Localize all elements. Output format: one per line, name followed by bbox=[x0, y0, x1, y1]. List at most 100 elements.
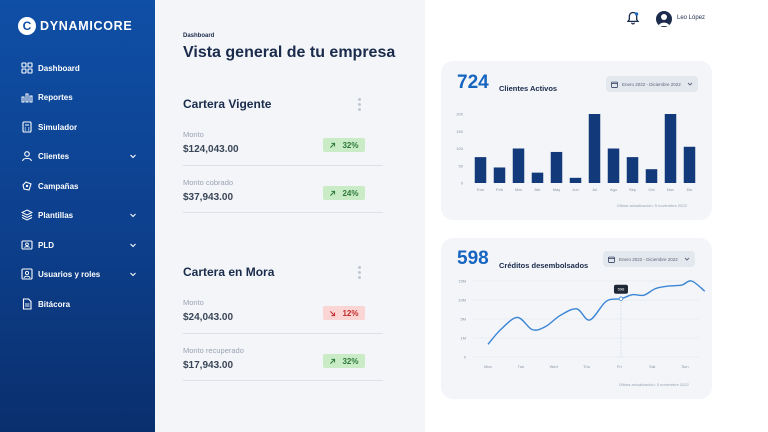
tooltip-point[interactable] bbox=[618, 296, 624, 301]
chevron-down-icon bbox=[130, 154, 136, 159]
y-tick-label: 10M bbox=[458, 298, 466, 303]
cartera-vigente-title: Cartera Vigente bbox=[183, 97, 272, 111]
x-tick-label: Tue bbox=[517, 364, 525, 369]
bar-ene[interactable] bbox=[474, 157, 487, 183]
monto-change-badge: 32% bbox=[323, 138, 365, 152]
bar-sep[interactable] bbox=[626, 157, 639, 183]
cartera-mora-title: Cartera en Mora bbox=[183, 265, 275, 279]
cartera-vigente-menu-icon[interactable] bbox=[358, 98, 362, 113]
bar-may[interactable] bbox=[550, 151, 563, 183]
sidebar-item-usuarios-y-roles[interactable]: Usuarios y roles bbox=[0, 263, 155, 285]
sidebar-item-pld[interactable]: PLD bbox=[0, 234, 155, 256]
x-tick-label: Ene bbox=[477, 187, 485, 192]
user-icon bbox=[21, 150, 33, 162]
monto-cobrado-change-badge: 24% bbox=[323, 186, 365, 200]
x-tick-label: Jul bbox=[592, 187, 597, 192]
mora-monto-label: Monto bbox=[183, 298, 204, 307]
x-tick-label: May bbox=[553, 187, 561, 192]
x-tick-label: Mon bbox=[484, 364, 492, 369]
bar-abr[interactable] bbox=[531, 172, 544, 183]
arrow-up-right-icon bbox=[330, 142, 336, 148]
clientes-last-update: Última actualización: 5 noviembre 2022 bbox=[617, 203, 687, 208]
monto-cobrado-label: Monto cobrado bbox=[183, 178, 234, 187]
bar-jul[interactable] bbox=[588, 114, 601, 183]
y-tick-label: 5M bbox=[460, 317, 466, 322]
y-tick-label: 50 bbox=[459, 163, 464, 168]
dashboard-icon bbox=[21, 62, 33, 74]
line-chart-svg: 15M 10M 5M 1M 0 598 Mon Tue Wed Thu Fri Sat Sun bbox=[458, 279, 706, 369]
sidebar-item-dashboard[interactable]: Dashboard bbox=[0, 57, 155, 79]
bar-ago[interactable] bbox=[607, 148, 620, 184]
layers-icon bbox=[21, 209, 33, 221]
chevron-down-icon bbox=[130, 272, 136, 277]
sidebar-item-clientes[interactable]: Clientes bbox=[0, 145, 155, 167]
arrow-up-right-icon bbox=[330, 190, 336, 196]
bar-mar[interactable] bbox=[512, 148, 525, 184]
arrow-up-right-icon bbox=[330, 358, 336, 364]
sidebar: C DYNAMICORE Dashboard Reportes Simulador C… bbox=[0, 0, 155, 432]
user-name[interactable]: Leo López bbox=[677, 15, 705, 21]
monto-value: $124,043.00 bbox=[183, 144, 239, 155]
users-icon bbox=[21, 268, 33, 280]
bar-nov[interactable] bbox=[664, 114, 677, 183]
sidebar-item-label: Clientes bbox=[38, 151, 70, 161]
id-card-icon bbox=[21, 239, 33, 251]
sidebar-item-label: Plantillas bbox=[38, 210, 74, 220]
sidebar-item-label: Reportes bbox=[38, 92, 73, 102]
monto-label: Monto bbox=[183, 130, 204, 139]
cartera-mora-menu-icon[interactable] bbox=[358, 266, 362, 281]
monto-recuperado-value: $17,943.00 bbox=[183, 360, 234, 371]
x-tick-label: Abr bbox=[534, 187, 541, 192]
credits-series-line[interactable] bbox=[487, 280, 706, 345]
brand[interactable]: C DYNAMICORE bbox=[18, 16, 132, 36]
bar-chart-icon bbox=[21, 91, 33, 103]
sidebar-item-bitacora[interactable]: Bitácora bbox=[0, 293, 155, 315]
divider bbox=[183, 165, 383, 166]
arrow-down-right-icon bbox=[330, 310, 336, 316]
x-tick-label: Dic bbox=[687, 187, 693, 192]
bar-dic[interactable] bbox=[683, 146, 696, 183]
sidebar-item-simulador[interactable]: Simulador bbox=[0, 116, 155, 138]
x-tick-label: Mar bbox=[515, 187, 523, 192]
tooltip-value: 598 bbox=[618, 287, 625, 292]
document-icon bbox=[21, 298, 33, 310]
sidebar-item-label: Simulador bbox=[38, 122, 78, 132]
sidebar-item-plantillas[interactable]: Plantillas bbox=[0, 204, 155, 226]
bar-feb[interactable] bbox=[493, 167, 506, 183]
mora-monto-change-badge: 12% bbox=[323, 306, 365, 320]
y-tick-label: 100 bbox=[456, 146, 463, 151]
breadcrumb[interactable]: Dashboard bbox=[183, 33, 214, 39]
clientes-bar-chart: 200 150 100 50 0 Ene Feb Mar Abr May Jun Jul Ago Sep O… bbox=[441, 61, 712, 220]
mora-monto-change-value: 12% bbox=[342, 308, 359, 318]
bar-jun[interactable] bbox=[569, 177, 582, 183]
x-tick-label: Ago bbox=[610, 187, 618, 192]
bell-icon[interactable] bbox=[626, 11, 640, 25]
sidebar-item-campanas[interactable]: Campañas bbox=[0, 175, 155, 197]
bar-chart-svg: 200 150 100 50 0 Ene Feb Mar Abr May Jun Jul Ago Sep O… bbox=[456, 112, 696, 192]
bar-oct[interactable] bbox=[645, 169, 658, 183]
x-tick-label: Fri bbox=[617, 364, 622, 369]
calculator-icon bbox=[21, 121, 33, 133]
creditos-last-update: Última actualización: 5 noviembre 2022 bbox=[619, 382, 689, 387]
y-tick-label: 200 bbox=[456, 112, 463, 117]
sidebar-item-label: PLD bbox=[38, 240, 54, 250]
monto-recuperado-change-badge: 32% bbox=[323, 354, 365, 368]
sidebar-item-label: Campañas bbox=[38, 181, 79, 191]
chevron-down-icon bbox=[130, 213, 136, 218]
summary-panel: Dashboard Vista general de tu empresa Ca… bbox=[155, 0, 425, 432]
sidebar-item-reportes[interactable]: Reportes bbox=[0, 86, 155, 108]
avatar[interactable] bbox=[656, 11, 672, 27]
creditos-line-chart: 15M 10M 5M 1M 0 598 Mon Tue Wed Thu Fri Sat Sun bbox=[441, 238, 712, 399]
monto-cobrado-change-value: 24% bbox=[342, 188, 359, 198]
x-tick-label: Jun bbox=[572, 187, 578, 192]
mora-monto-value: $24,043.00 bbox=[183, 312, 234, 323]
y-tick-label: 150 bbox=[456, 129, 463, 134]
y-tick-label: 0 bbox=[461, 181, 464, 186]
monto-recuperado-label: Monto recuperado bbox=[183, 346, 244, 355]
creditos-desembolsados-card: 598 Créditos desembolsados Enero 2022 - … bbox=[441, 238, 712, 399]
x-tick-label: Sun bbox=[681, 364, 688, 369]
sidebar-item-label: Bitácora bbox=[38, 299, 71, 309]
x-tick-label: Nov bbox=[667, 187, 674, 192]
sidebar-item-label: Usuarios y roles bbox=[38, 269, 101, 279]
divider bbox=[183, 333, 383, 334]
